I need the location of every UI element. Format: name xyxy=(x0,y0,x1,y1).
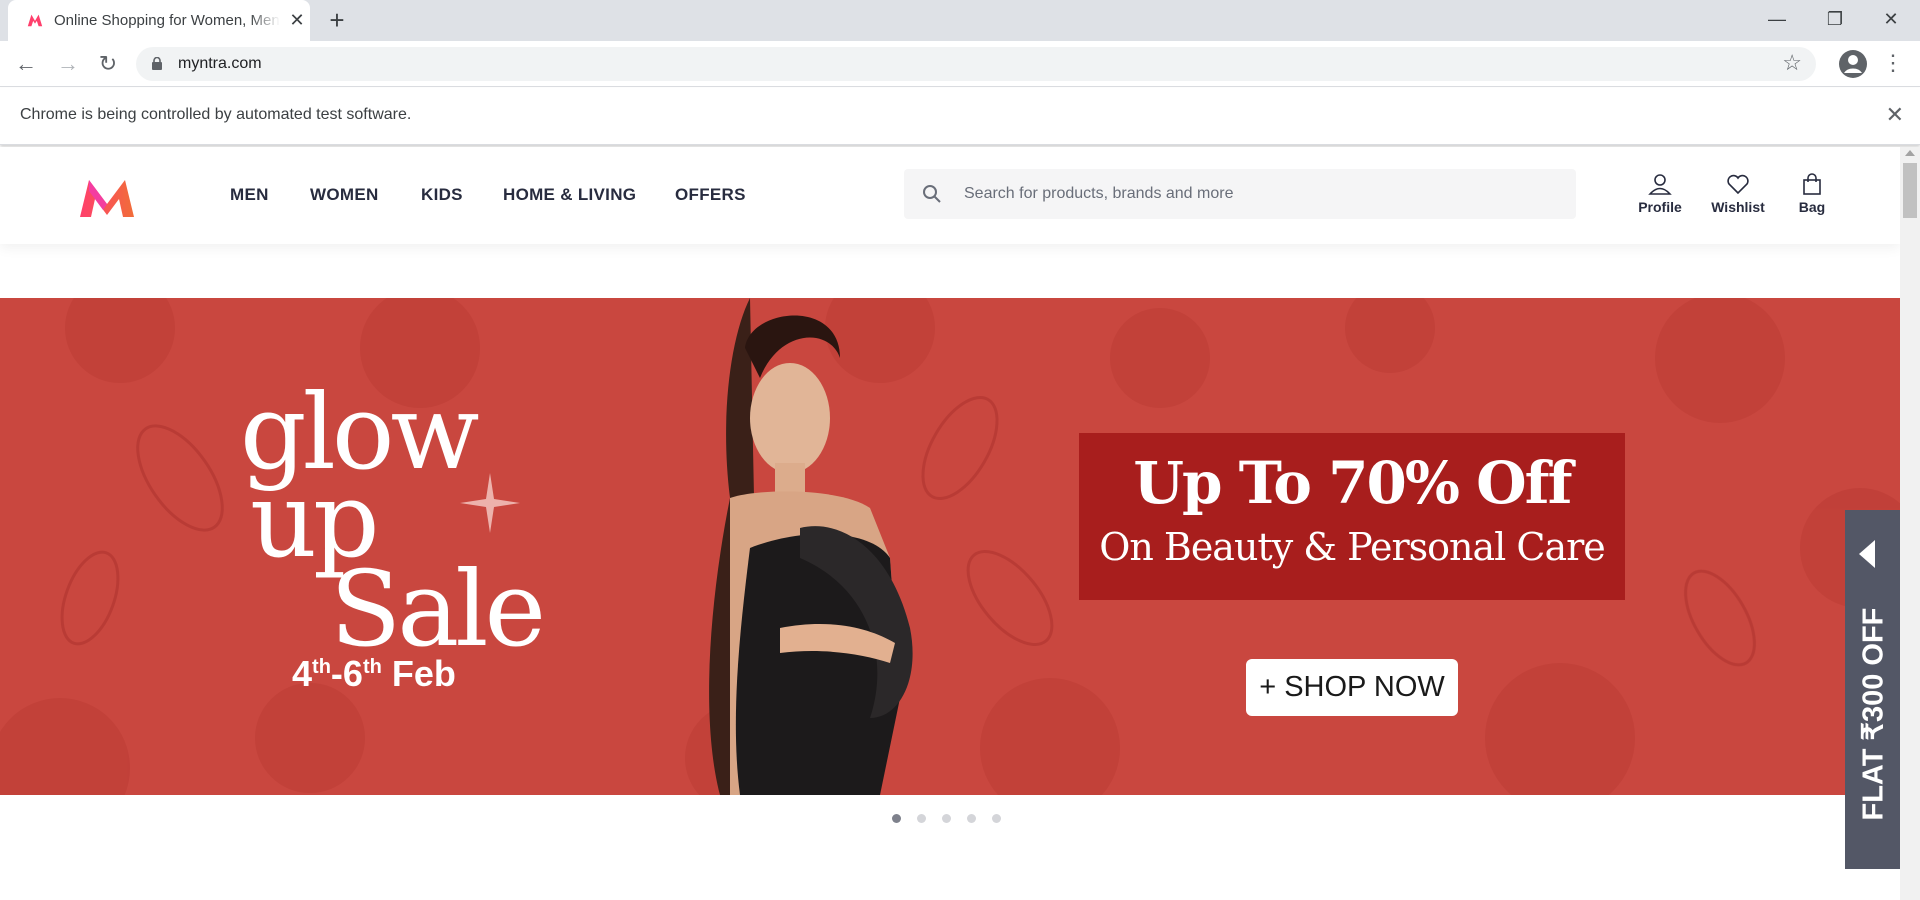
offer-box: Up To 70% Off On Beauty & Personal Care xyxy=(1079,433,1625,600)
address-bar[interactable]: myntra.com ☆ xyxy=(136,47,1816,81)
back-icon[interactable]: ← xyxy=(10,48,42,80)
flat-offer-tab[interactable]: FLAT ₹300 OFF xyxy=(1845,510,1900,869)
model-image xyxy=(709,298,913,795)
menu-icon[interactable]: ⋮ xyxy=(1880,48,1906,80)
nav-men[interactable]: MEN xyxy=(230,185,269,205)
bag-button[interactable]: Bag xyxy=(1777,173,1847,215)
search-input[interactable] xyxy=(964,169,1564,219)
date-end-suffix: th xyxy=(362,656,382,678)
infobar-text: Chrome is being controlled by automated … xyxy=(20,106,412,123)
sale-dates: 4th-6th Feb xyxy=(292,653,456,695)
reload-icon[interactable]: ↻ xyxy=(92,48,124,80)
offer-subline: On Beauty & Personal Care xyxy=(1099,525,1606,569)
date-start: 4 xyxy=(292,653,313,694)
scroll-up-icon[interactable] xyxy=(1905,150,1915,156)
myntra-favicon xyxy=(27,14,43,27)
carousel-dot-3[interactable] xyxy=(942,814,951,823)
page-content: MEN WOMEN KIDS HOME & LIVING OFFERS Prof… xyxy=(0,147,1900,900)
new-tab-button[interactable]: + xyxy=(322,6,352,36)
flat-offer-text: FLAT ₹300 OFF xyxy=(1857,607,1890,821)
forward-icon[interactable]: → xyxy=(52,48,84,80)
carousel-dot-4[interactable] xyxy=(967,814,976,823)
account-icon[interactable] xyxy=(1838,49,1868,79)
infobar-close-icon[interactable]: ✕ xyxy=(1886,102,1904,128)
date-end: -6 xyxy=(330,653,363,694)
lock-icon xyxy=(152,57,162,70)
collapse-arrow-icon[interactable] xyxy=(1859,540,1875,568)
minimize-icon[interactable]: — xyxy=(1748,0,1806,41)
scroll-thumb[interactable] xyxy=(1903,163,1917,218)
nav-women[interactable]: WOMEN xyxy=(310,185,379,205)
profile-button[interactable]: Profile xyxy=(1625,173,1695,215)
nav-home-living[interactable]: HOME & LIVING xyxy=(503,185,636,205)
browser-toolbar: ← → ↻ myntra.com ☆ ⋮ xyxy=(0,41,1920,87)
myntra-logo[interactable] xyxy=(76,177,138,219)
offer-headline: Up To 70% Off xyxy=(1133,449,1572,517)
heart-icon xyxy=(1727,174,1749,195)
carousel-dot-5[interactable] xyxy=(992,814,1001,823)
sparkle-icon xyxy=(460,473,520,533)
carousel-indicators xyxy=(892,814,1012,824)
date-month: Feb xyxy=(381,653,456,694)
browser-titlebar: Online Shopping for Women, Men, Kids Fas… xyxy=(0,0,1920,41)
tab-title: Online Shopping for Women, Men, Kids Fas… xyxy=(54,12,280,29)
carousel-dot-1[interactable] xyxy=(892,814,901,823)
star-icon[interactable]: ☆ xyxy=(1782,50,1802,76)
carousel-dot-2[interactable] xyxy=(917,814,926,823)
tab-close-icon[interactable]: ✕ xyxy=(286,9,308,31)
wishlist-label: Wishlist xyxy=(1711,199,1765,215)
automation-infobar: Chrome is being controlled by automated … xyxy=(0,88,1920,145)
nav-offers[interactable]: OFFERS xyxy=(675,185,746,205)
close-icon[interactable]: ✕ xyxy=(1862,0,1920,41)
shop-now-button[interactable]: + SHOP NOW xyxy=(1246,659,1458,716)
profile-icon xyxy=(1648,174,1672,195)
hero-banner[interactable]: glow up Sale 4th-6th Feb Up To 70% Off O… xyxy=(0,298,1900,795)
date-start-suffix: th xyxy=(312,656,331,678)
profile-label: Profile xyxy=(1638,199,1682,215)
search-icon[interactable] xyxy=(922,184,942,204)
search-bar xyxy=(904,169,1576,219)
url-text: myntra.com xyxy=(178,55,262,72)
wishlist-button[interactable]: Wishlist xyxy=(1703,173,1773,215)
browser-tab[interactable]: Online Shopping for Women, Men, Kids Fas… xyxy=(8,0,310,41)
bag-label: Bag xyxy=(1798,199,1826,215)
bag-icon xyxy=(1803,173,1821,195)
nav-kids[interactable]: KIDS xyxy=(421,185,463,205)
site-header: MEN WOMEN KIDS HOME & LIVING OFFERS Prof… xyxy=(0,147,1900,244)
maximize-icon[interactable]: ❐ xyxy=(1806,0,1864,41)
page-scrollbar[interactable] xyxy=(1900,147,1920,900)
